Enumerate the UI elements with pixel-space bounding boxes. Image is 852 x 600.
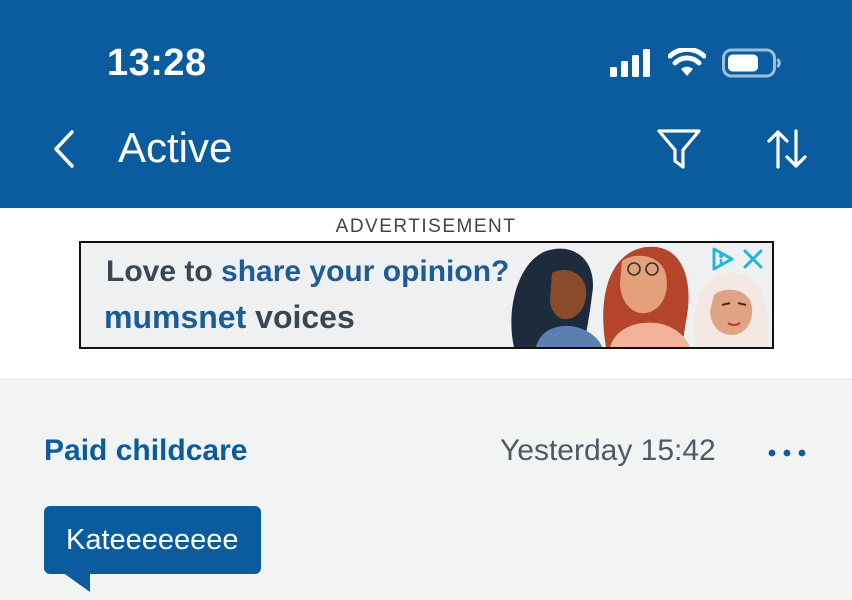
sort-arrows-icon: [767, 129, 807, 169]
ad-headline: Love to share your opinion?: [106, 255, 509, 289]
app-header: 13:28 Active: [0, 0, 852, 208]
ad-choices: [710, 247, 764, 271]
thread-title[interactable]: Paid childcare: [44, 434, 247, 468]
advertisement-label: ADVERTISEMENT: [335, 216, 517, 237]
sort-button[interactable]: [760, 122, 814, 176]
ad-brand-line: mumsnet voices: [104, 299, 355, 336]
cellular-signal-icon: [610, 49, 650, 77]
ellipsis-icon: [768, 449, 806, 457]
page-title: Active: [118, 124, 233, 171]
ad-headline-highlight: share your opinion?: [221, 255, 510, 288]
thread-list-item[interactable]: Paid childcare Yesterday 15:42 Kateeeeee…: [0, 380, 852, 600]
filter-icon: [657, 129, 701, 169]
author-tag[interactable]: Kateeeeeeee: [44, 506, 261, 574]
chevron-left-icon: [54, 130, 74, 168]
close-ad-icon[interactable]: [742, 248, 764, 270]
status-time: 13:28: [107, 42, 207, 84]
back-button[interactable]: [44, 124, 84, 174]
filter-button[interactable]: [652, 122, 706, 176]
ad-banner[interactable]: Love to share your opinion? mumsnet voic…: [79, 241, 774, 349]
wifi-icon: [668, 48, 706, 76]
battery-icon: [722, 48, 781, 78]
status-icons: [610, 46, 782, 80]
ad-choices-icon[interactable]: [710, 247, 736, 271]
advertisement-area: ADVERTISEMENT Love to share your opinion…: [0, 208, 852, 380]
ad-headline-prefix: Love to: [106, 255, 222, 288]
ad-brand: mumsnet: [104, 299, 247, 335]
more-options-button[interactable]: [764, 440, 810, 466]
thread-timestamp: Yesterday 15:42: [500, 434, 716, 467]
ad-brand-suffix: voices: [246, 299, 355, 335]
speech-bubble-tail-icon: [62, 572, 90, 592]
